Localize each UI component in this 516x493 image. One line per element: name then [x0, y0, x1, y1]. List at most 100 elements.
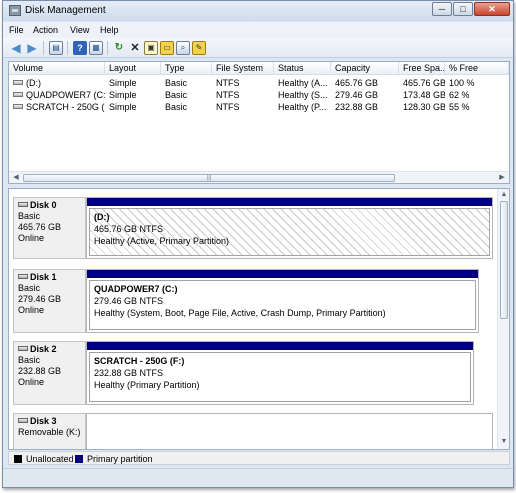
volume-name: SCRATCH - 250G (... — [26, 102, 105, 112]
partition-size: 232.88 GB NTFS — [94, 368, 164, 378]
column-header-type[interactable]: Type — [161, 62, 212, 75]
scroll-down-icon[interactable]: ▼ — [499, 437, 509, 447]
menu-help[interactable]: Help — [100, 25, 119, 35]
layout-cell: Simple — [109, 102, 137, 112]
free-space-cell: 128.30 GB — [403, 102, 445, 112]
disk-0-label[interactable]: Disk 0 Basic 465.76 GB Online — [13, 197, 86, 259]
partition-d[interactable]: (D:) 465.76 GB NTFS Healthy (Active, Pri… — [89, 208, 490, 256]
volume-cell: (D:) — [9, 77, 105, 89]
disk-icon — [18, 274, 28, 280]
scroll-up-icon[interactable]: ▲ — [499, 190, 509, 200]
disk-type: Basic — [18, 283, 41, 293]
table-row[interactable]: (D:) Simple Basic NTFS Healthy (A... 465… — [9, 77, 509, 89]
status-bar — [3, 468, 513, 487]
capacity-cell: 465.76 GB — [335, 78, 379, 88]
partition-status: Healthy (Primary Partition) — [94, 380, 200, 390]
volume-list-header: Volume Layout Type File System Status Ca… — [9, 62, 509, 75]
maximize-button[interactable]: □ — [453, 2, 473, 16]
layout-cell: Simple — [109, 78, 137, 88]
free-space-cell: 173.48 GB — [403, 90, 445, 100]
status-cell: Healthy (P... — [278, 102, 327, 112]
column-header-free-space[interactable]: Free Spa... — [399, 62, 445, 75]
layout-cell: Simple — [109, 90, 137, 100]
table-row[interactable]: SCRATCH - 250G (... Simple Basic NTFS He… — [9, 101, 509, 113]
disk-status: Online — [18, 233, 45, 243]
file-system-cell: NTFS — [216, 90, 240, 100]
partition-c[interactable]: QUADPOWER7 (C:) 279.46 GB NTFS Healthy (… — [89, 280, 476, 330]
volume-name: (D:) — [26, 78, 41, 88]
minimize-button[interactable]: ─ — [432, 2, 452, 16]
disk-status: Online — [18, 377, 45, 387]
legend: Unallocated Primary partition — [8, 451, 510, 465]
scrollbar-thumb[interactable]: ||| — [23, 174, 395, 182]
status-cell: Healthy (S... — [278, 90, 328, 100]
primary-partition-bar — [87, 270, 478, 278]
close-button[interactable]: ✕ — [474, 2, 510, 16]
disk-status: Online — [18, 305, 45, 315]
disk-name: Disk 2 — [30, 344, 57, 354]
partition-name: SCRATCH - 250G (F:) — [94, 356, 185, 366]
back-icon[interactable]: ◀ — [9, 41, 23, 55]
open-icon[interactable]: ▭ — [160, 41, 174, 55]
menu-bar: File Action View Help — [3, 22, 513, 38]
disk-2-partition-area: SCRATCH - 250G (F:) 232.88 GB NTFS Healt… — [86, 341, 474, 405]
refresh-icon[interactable]: ↻ — [112, 41, 126, 55]
title-bar[interactable]: Disk Management ─ □ ✕ — [3, 1, 513, 21]
toolbar: ◀ ▶ ▤ ? ▦ ↻ ✕ ▣ ▭ ⌕ ✎ — [3, 38, 513, 58]
toolbar-separator — [67, 41, 68, 55]
delete-icon[interactable]: ✕ — [128, 41, 142, 55]
search-icon[interactable]: ⌕ — [176, 41, 190, 55]
primary-partition-swatch — [75, 455, 83, 463]
disk-management-icon — [9, 5, 21, 16]
capacity-cell: 279.46 GB — [335, 90, 379, 100]
partition-f[interactable]: SCRATCH - 250G (F:) 232.88 GB NTFS Healt… — [89, 352, 471, 402]
scroll-left-icon[interactable]: ◀ — [11, 173, 21, 183]
column-header-layout[interactable]: Layout — [105, 62, 161, 75]
column-header-status[interactable]: Status — [274, 62, 331, 75]
scrollbar-thumb[interactable] — [500, 201, 508, 319]
column-header-capacity[interactable]: Capacity — [331, 62, 399, 75]
legend-unallocated: Unallocated — [26, 454, 74, 464]
vertical-scrollbar[interactable]: ▲ ▼ — [497, 189, 509, 449]
disk-graphical-view: Disk 0 Basic 465.76 GB Online (D:) 465.7… — [8, 188, 510, 450]
percent-free-cell: 55 % — [449, 102, 470, 112]
console-tree-icon[interactable]: ▤ — [49, 41, 63, 55]
scroll-right-icon[interactable]: ▶ — [497, 173, 507, 183]
volume-list: Volume Layout Type File System Status Ca… — [8, 61, 510, 184]
column-header-volume[interactable]: Volume — [9, 62, 105, 75]
partition-name: QUADPOWER7 (C:) — [94, 284, 178, 294]
table-row[interactable]: QUADPOWER7 (C:) Simple Basic NTFS Health… — [9, 89, 509, 101]
partition-status: Healthy (System, Boot, Page File, Active… — [94, 308, 386, 318]
percent-free-cell: 100 % — [449, 78, 475, 88]
column-header-file-system[interactable]: File System — [212, 62, 274, 75]
disk-size: 279.46 GB — [18, 294, 62, 304]
settings-icon[interactable]: ▣ — [144, 41, 158, 55]
disk-size: 232.88 GB — [18, 366, 62, 376]
disk-3-label[interactable]: Disk 3 Removable (K:) — [13, 413, 86, 449]
disk-1-label[interactable]: Disk 1 Basic 279.46 GB Online — [13, 269, 86, 333]
export-icon[interactable]: ✎ — [192, 41, 206, 55]
disk-2-label[interactable]: Disk 2 Basic 232.88 GB Online — [13, 341, 86, 405]
partition-status: Healthy (Active, Primary Partition) — [94, 236, 230, 246]
help-icon[interactable]: ? — [73, 41, 87, 55]
menu-file[interactable]: File — [9, 25, 24, 35]
properties-icon[interactable]: ▦ — [89, 41, 103, 55]
column-header-percent-free[interactable]: % Free — [445, 62, 509, 75]
toolbar-separator — [107, 41, 108, 55]
volume-cell: QUADPOWER7 (C:) — [9, 89, 105, 101]
forward-icon[interactable]: ▶ — [25, 41, 39, 55]
type-cell: Basic — [165, 78, 188, 88]
menu-action[interactable]: Action — [33, 25, 58, 35]
horizontal-scrollbar[interactable]: ◀ ||| ▶ — [9, 171, 509, 183]
primary-partition-bar — [87, 342, 473, 350]
disk-icon — [18, 346, 28, 352]
status-cell: Healthy (A... — [278, 78, 328, 88]
unallocated-swatch — [14, 455, 22, 463]
volume-cell: SCRATCH - 250G (... — [9, 101, 105, 113]
type-cell: Basic — [165, 90, 188, 100]
menu-view[interactable]: View — [70, 25, 89, 35]
disk-name: Disk 3 — [30, 416, 57, 426]
partition-name: (D:) — [94, 212, 110, 222]
disk-type: Removable (K:) — [18, 427, 81, 437]
disk-type: Basic — [18, 355, 41, 365]
